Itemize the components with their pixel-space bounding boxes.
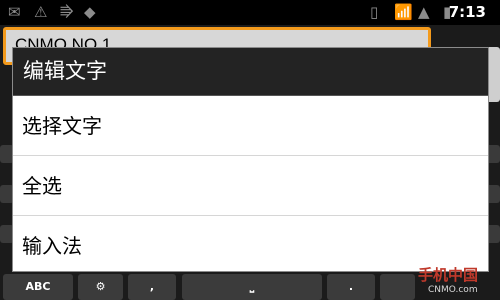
watermark: 手机中国 CNMO.com (418, 264, 496, 298)
edit-text-dialog: 编辑文字 选择文字 全选 输入法 (12, 47, 489, 272)
vibrate-icon: ▯ (370, 3, 379, 21)
watermark-subtitle: CNMO.com (428, 285, 478, 295)
wifi-icon: 📶 (394, 3, 413, 21)
status-time: 7:13 (448, 3, 486, 21)
dialog-title: 编辑文字 (13, 48, 488, 96)
android-icon: ◆ (84, 3, 96, 21)
gear-icon: ⚙ (95, 280, 106, 293)
watermark-title: 手机中国 (418, 266, 479, 284)
signal-icon: ▲ (418, 3, 430, 21)
period-key[interactable]: . (327, 274, 375, 300)
settings-key[interactable]: ⚙ (78, 274, 123, 300)
menu-item-input-method[interactable]: 输入法 (13, 216, 488, 276)
status-bar: ✉ ⚠ ⭆ ◆ ▯ 📶 ▲ ▮ 7:13 (0, 0, 500, 25)
abc-key[interactable]: ABC (3, 274, 73, 300)
enter-key[interactable] (380, 274, 415, 300)
menu-item-select-all[interactable]: 全选 (13, 156, 488, 216)
space-key[interactable]: ⎵ (182, 274, 322, 300)
menu-item-select-text[interactable]: 选择文字 (13, 96, 488, 156)
comma-key[interactable]: , (128, 274, 176, 300)
mail-icon: ✉ (8, 3, 21, 21)
warning-icon: ⚠ (34, 3, 48, 21)
space-bar-icon: ⎵ (249, 280, 255, 293)
usb-icon: ⭆ (60, 3, 74, 21)
